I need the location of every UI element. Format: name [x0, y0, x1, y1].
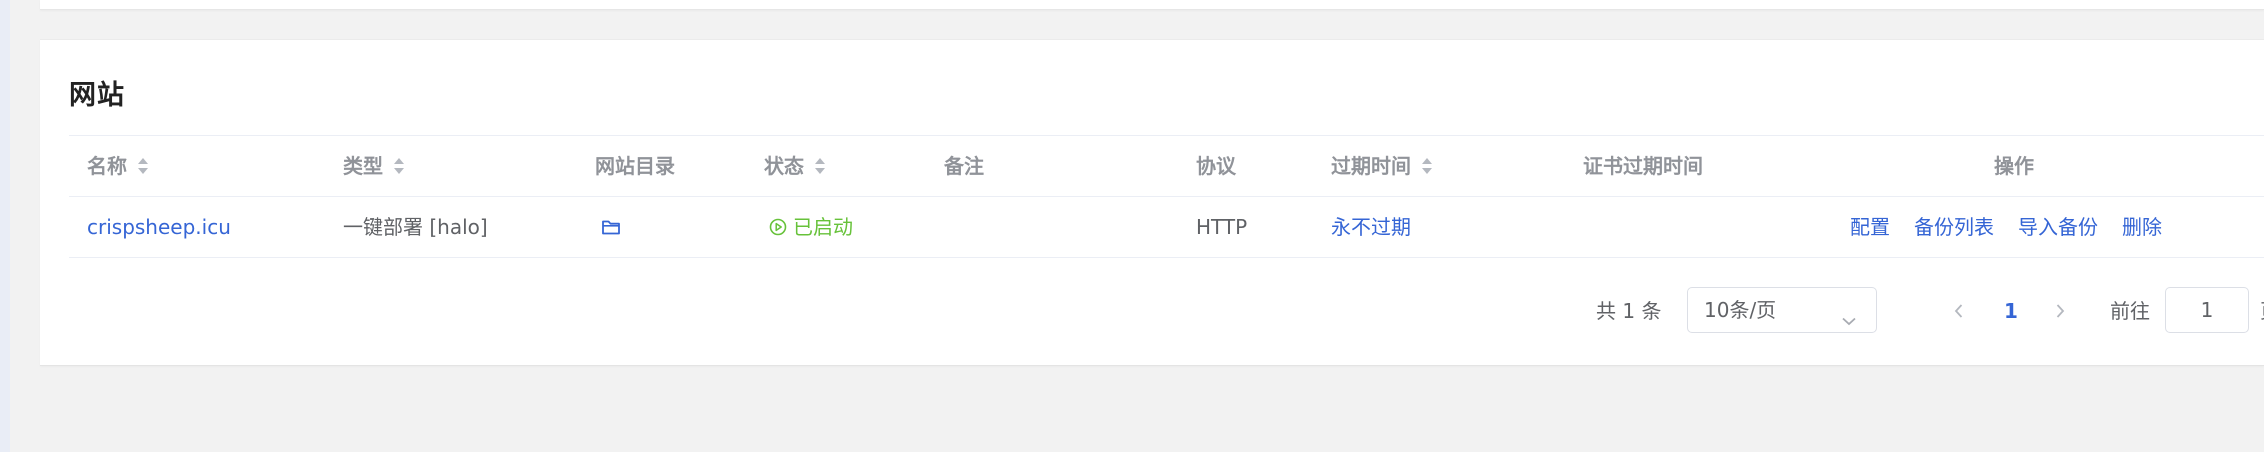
expire-link[interactable]: 永不过期 [1331, 197, 1411, 257]
left-edge-strip [0, 0, 10, 452]
sort-icon[interactable] [814, 156, 826, 176]
chevron-down-icon [1840, 301, 1858, 345]
site-name-link[interactable]: crispsheep.icu [87, 197, 231, 257]
delete-link[interactable]: 删除 [2122, 215, 2162, 239]
play-circle-icon [769, 218, 787, 235]
site-type: 一键部署 [halo] [343, 215, 488, 239]
page-size-select[interactable]: 10条/页 [1687, 287, 1877, 333]
row-actions: 配置 备份列表 导入备份 删除 [1850, 197, 2186, 257]
table-header: 名称 类型 网站目录 状态 备注 协议 过期时间 证书过期时间 操作 [69, 135, 2264, 197]
column-header-remark: 备注 [944, 154, 984, 178]
next-page-button[interactable] [2051, 301, 2069, 325]
column-header-ssl-expire: 证书过期时间 [1583, 154, 1703, 178]
sort-icon[interactable] [1421, 156, 1433, 176]
sort-icon[interactable] [137, 156, 149, 176]
table-row: crispsheep.icu 一键部署 [halo] 已启动 HTTP 永不过期… [69, 197, 2264, 258]
card-title: 网站 [69, 80, 125, 111]
sort-icon[interactable] [393, 156, 405, 176]
folder-icon[interactable] [601, 197, 621, 257]
column-header-status[interactable]: 状态 [764, 136, 826, 196]
column-header-dir: 网站目录 [595, 154, 675, 178]
goto-page-input[interactable]: 1 [2165, 287, 2249, 333]
column-header-expire[interactable]: 过期时间 [1331, 136, 1433, 196]
import-backup-link[interactable]: 导入备份 [2018, 215, 2098, 239]
backup-list-link[interactable]: 备份列表 [1914, 215, 1994, 239]
pagination: 共 1 条 10条/页 1 前往 1 页 [40, 287, 2264, 335]
previous-card [40, 0, 2264, 10]
config-link[interactable]: 配置 [1850, 215, 1890, 239]
goto-unit: 页 [2260, 287, 2264, 335]
site-protocol: HTTP [1196, 215, 1248, 239]
status-running[interactable]: 已启动 [769, 197, 853, 257]
pagination-total: 共 1 条 [1596, 299, 1662, 323]
page-number-current[interactable]: 1 [2004, 287, 2018, 335]
column-header-name[interactable]: 名称 [87, 136, 149, 196]
prev-page-button[interactable] [1950, 301, 1968, 325]
column-header-protocol: 协议 [1196, 154, 1236, 178]
column-header-ops: 操作 [1994, 154, 2034, 178]
website-table: 名称 类型 网站目录 状态 备注 协议 过期时间 证书过期时间 操作 crisp… [69, 135, 2264, 258]
website-card: 网站 名称 类型 网站目录 状态 备注 协议 过期时间 证书过期时间 操作 cr… [40, 39, 2264, 366]
goto-label: 前往 [2110, 299, 2150, 323]
column-header-type[interactable]: 类型 [343, 136, 405, 196]
